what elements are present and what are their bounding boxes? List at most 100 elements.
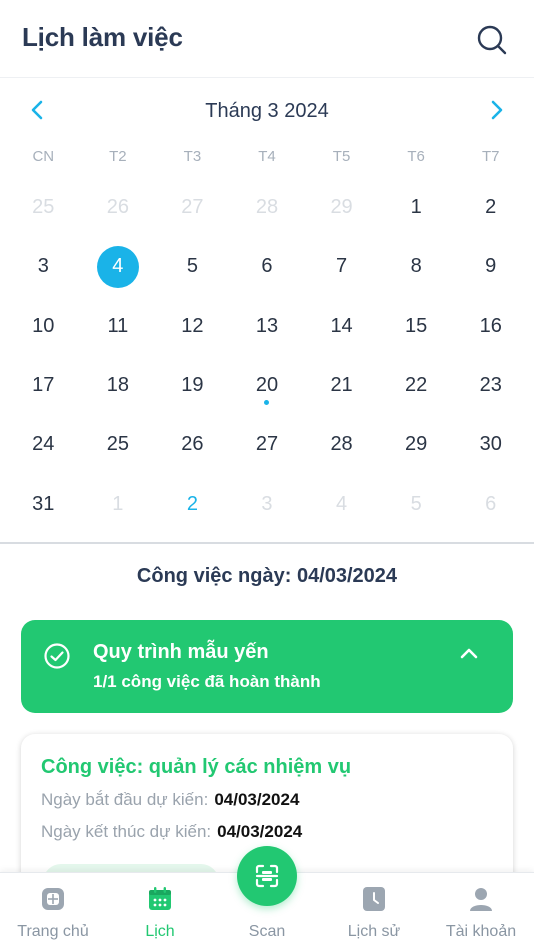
nav-item-account[interactable]: Tài khoản [428, 873, 534, 950]
calendar-icon [149, 887, 171, 910]
calendar-day[interactable]: 1 [81, 474, 156, 533]
calendar-day[interactable]: 26 [81, 178, 156, 237]
start-date-label: Ngày bắt đầu dự kiến: [41, 790, 209, 809]
calendar-day-number: 30 [479, 433, 502, 456]
calendar-day-number: 8 [410, 255, 422, 278]
calendar-day[interactable]: 6 [230, 237, 305, 296]
weekday-label: T5 [332, 148, 351, 165]
calendar-day-number: 13 [255, 314, 279, 337]
weekday-label: CN [32, 148, 55, 165]
scan-icon [255, 864, 279, 888]
day-tasks-title: Công việc ngày: 04/03/2024 [136, 565, 398, 587]
calendar-day[interactable]: 16 [453, 297, 528, 356]
nav-label-account: Tài khoản [445, 923, 517, 940]
calendar-day-number: 6 [261, 255, 273, 278]
search-icon[interactable] [476, 24, 508, 56]
calendar-day[interactable]: 3 [230, 474, 305, 533]
calendar-day[interactable]: 19 [155, 356, 230, 415]
calendar-day[interactable]: 29 [304, 178, 379, 237]
calendar-day[interactable]: 10 [6, 297, 81, 356]
calendar-day[interactable]: 30 [453, 415, 528, 474]
calendar-day[interactable]: 6 [453, 474, 528, 533]
calendar-day-number: 27 [255, 433, 279, 456]
chevron-right-icon[interactable] [484, 98, 508, 122]
end-date-value: 04/03/2024 [217, 822, 303, 841]
nav-item-home[interactable]: Trang chủ [0, 873, 106, 950]
app-header: Lịch làm việc [0, 0, 534, 78]
calendar-day-number: 20 [255, 374, 279, 397]
calendar-day[interactable]: 21 [304, 356, 379, 415]
calendar-day[interactable]: 14 [304, 297, 379, 356]
calendar-day[interactable]: 2 [453, 178, 528, 237]
calendar-day[interactable]: 11 [81, 297, 156, 356]
nav-item-calendar[interactable]: Lịch [107, 873, 213, 950]
nav-label-calendar: Lịch [145, 923, 175, 940]
calendar-day[interactable]: 31 [6, 474, 81, 533]
calendar-day[interactable]: 5 [155, 237, 230, 296]
calendar-day[interactable]: 1 [379, 178, 454, 237]
calendar-day[interactable]: 25 [81, 415, 156, 474]
calendar-day-number: 21 [330, 374, 353, 397]
calendar-day[interactable]: 18 [81, 356, 156, 415]
scan-button[interactable] [237, 846, 297, 906]
chevron-up-icon[interactable] [457, 642, 481, 666]
weekday-label: T3 [183, 148, 202, 165]
weekday-label: T4 [258, 148, 276, 165]
calendar-day-number: 31 [32, 492, 55, 515]
calendar-day[interactable]: 22 [379, 356, 454, 415]
calendar-day[interactable]: 25 [6, 178, 81, 237]
calendar-day[interactable]: 15 [379, 297, 454, 356]
section-divider [0, 542, 534, 544]
calendar-day-number: 16 [479, 314, 502, 337]
calendar-day-number: 7 [336, 255, 348, 278]
calendar-day[interactable]: 26 [155, 415, 230, 474]
month-navigation: Tháng 3 2024 [0, 92, 534, 130]
event-dot [264, 399, 270, 405]
calendar-day[interactable]: 27 [230, 415, 305, 474]
calendar-day-number: 4 [112, 255, 124, 278]
calendar-day-number: 1 [410, 196, 422, 219]
calendar-day-number: 29 [330, 196, 353, 219]
calendar-day[interactable]: 2 [155, 474, 230, 533]
calendar-day[interactable]: 3 [6, 237, 81, 296]
process-card[interactable]: Quy trình mẫu yến 1/1 công việc đã hoàn … [21, 620, 513, 713]
calendar-day[interactable]: 23 [453, 356, 528, 415]
home-grid-icon [42, 888, 64, 910]
calendar-day-number: 19 [181, 374, 204, 397]
calendar-day-number: 6 [485, 492, 497, 515]
calendar-day[interactable]: 12 [155, 297, 230, 356]
calendar-day[interactable]: 29 [379, 415, 454, 474]
calendar-day[interactable]: 20 [230, 356, 305, 415]
calendar-day-number: 2 [186, 492, 198, 515]
calendar-day[interactable]: 28 [304, 415, 379, 474]
calendar-day-number: 22 [405, 374, 428, 397]
calendar-day[interactable]: 4 [81, 237, 156, 296]
calendar-day-number: 3 [261, 492, 273, 515]
nav-label-history: Lịch sử [347, 923, 401, 940]
calendar-day-number: 29 [405, 433, 428, 456]
user-icon [470, 888, 492, 911]
calendar-day[interactable]: 24 [6, 415, 81, 474]
calendar-day-number: 24 [32, 433, 55, 456]
calendar-day[interactable]: 5 [379, 474, 454, 533]
nav-item-history[interactable]: Lịch sử [321, 873, 427, 950]
calendar-day[interactable]: 17 [6, 356, 81, 415]
calendar-day-number: 18 [106, 374, 129, 397]
calendar-day[interactable]: 9 [453, 237, 528, 296]
calendar-day[interactable]: 8 [379, 237, 454, 296]
calendar-day-number: 26 [106, 196, 129, 219]
calendar-day[interactable]: 28 [230, 178, 305, 237]
weekday-label: T7 [481, 148, 500, 165]
month-label: Tháng 3 2024 [205, 100, 329, 122]
page-title: Lịch làm việc [22, 22, 183, 52]
calendar-day[interactable]: 7 [304, 237, 379, 296]
calendar-day[interactable]: 13 [230, 297, 305, 356]
calendar-day[interactable]: 27 [155, 178, 230, 237]
calendar-day-number: 25 [106, 433, 129, 456]
check-circle-icon [44, 643, 70, 669]
calendar-day-number: 2 [485, 196, 497, 219]
calendar-day[interactable]: 4 [304, 474, 379, 533]
process-title: Quy trình mẫu yến [93, 641, 269, 663]
weekday-header: CN T2 T3 T4 T5 T6 T7 [6, 148, 528, 165]
calendar-day-number: 10 [32, 314, 55, 337]
